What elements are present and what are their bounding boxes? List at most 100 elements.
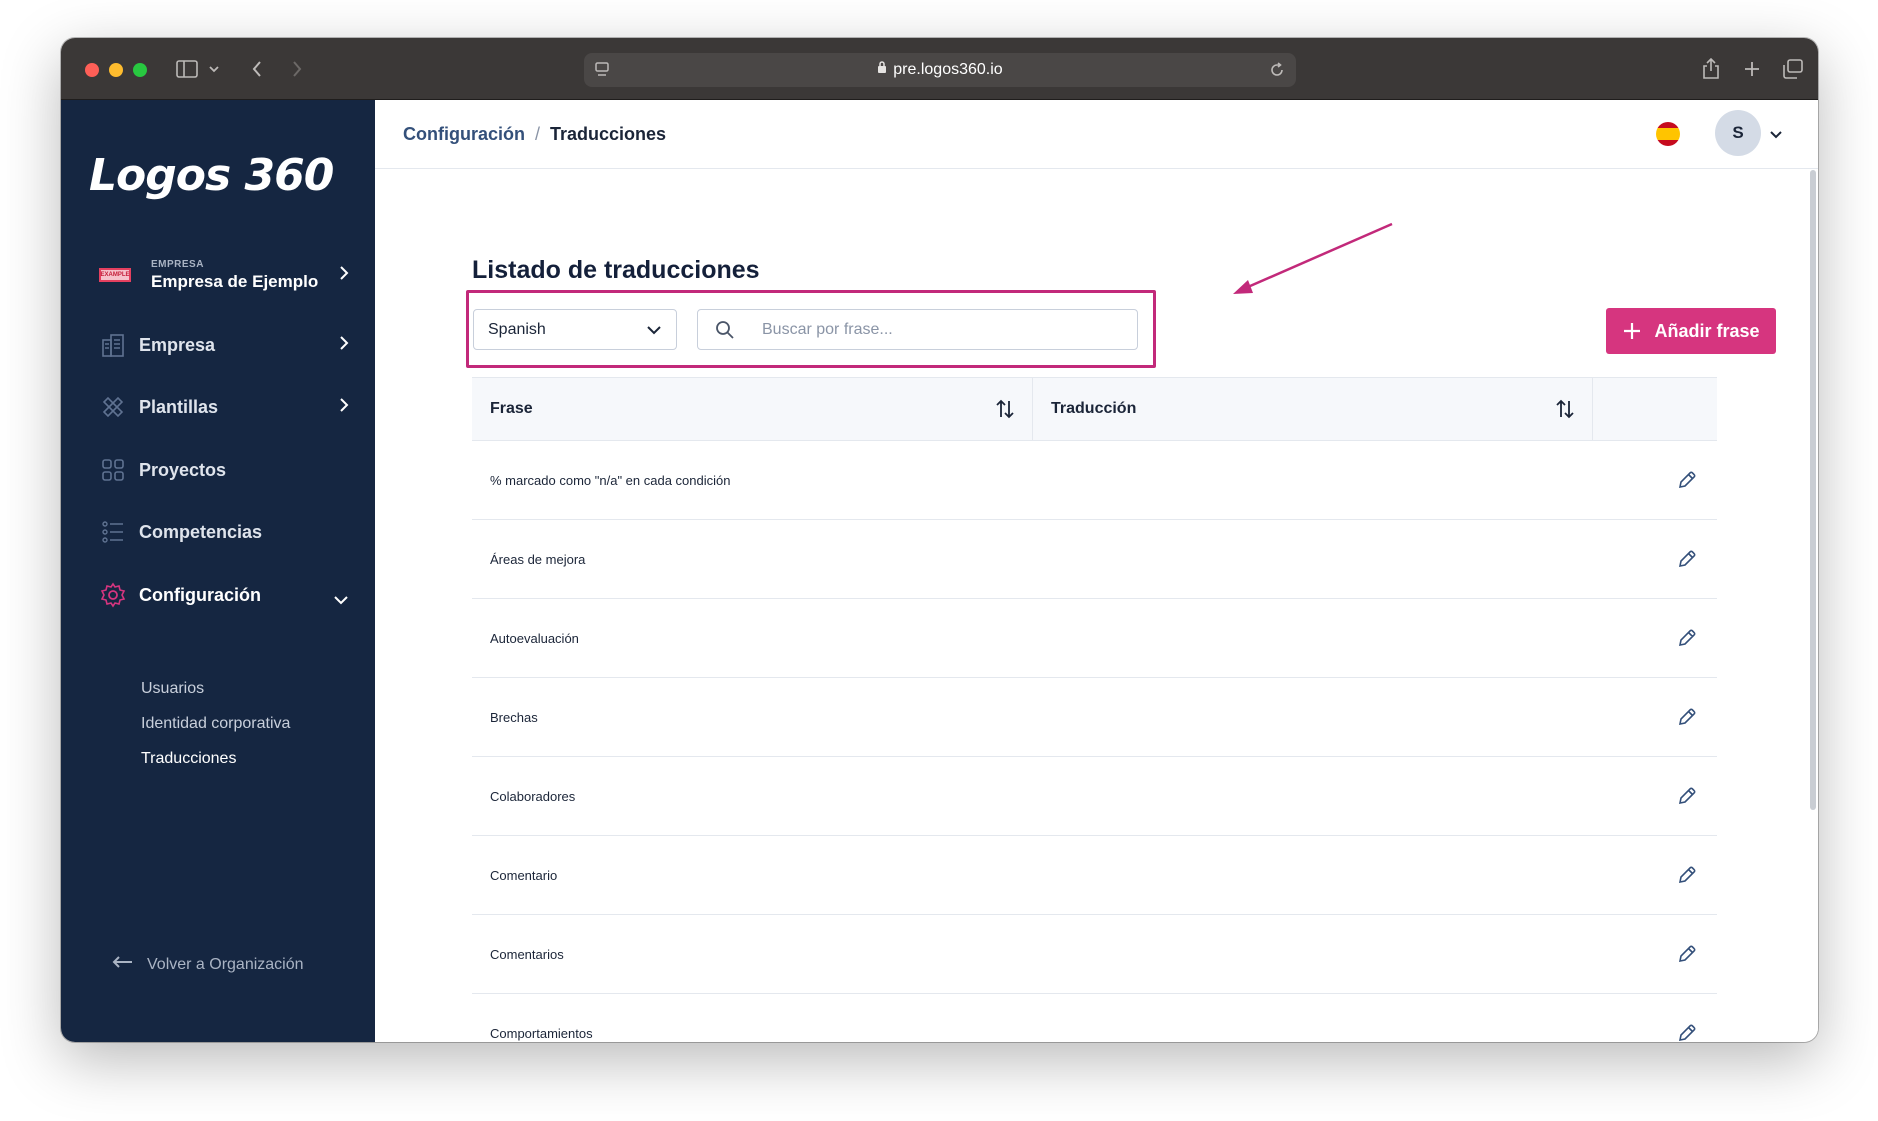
search-icon	[698, 320, 752, 340]
table-row: Autoevaluación	[472, 599, 1717, 678]
column-header-label: Traducción	[1051, 400, 1137, 417]
page-menu-icon[interactable]	[594, 61, 610, 84]
column-header-actions	[1593, 378, 1717, 440]
sidebar-item-proyectos[interactable]: Proyectos	[99, 450, 349, 490]
new-tab-icon[interactable]	[1741, 56, 1763, 82]
language-select[interactable]: Spanish	[473, 309, 677, 350]
chevron-right-icon	[339, 265, 349, 286]
url-text: pre.logos360.io	[893, 61, 1003, 78]
templates-icon	[99, 393, 127, 421]
chevron-right-icon	[339, 397, 349, 418]
sidebar-item-label: Plantillas	[139, 396, 219, 417]
forward-arrow-icon[interactable]	[287, 56, 307, 82]
edit-pencil-icon[interactable]	[1675, 863, 1699, 887]
table-row: Comportamientos	[472, 994, 1717, 1042]
column-header-label: Frase	[490, 400, 533, 417]
chevron-right-icon	[339, 335, 349, 356]
breadcrumb-parent[interactable]: Configuración	[403, 124, 525, 145]
sidebar-toggle-icon[interactable]	[173, 56, 201, 82]
table-row: Comentarios	[472, 915, 1717, 994]
search-field[interactable]	[697, 309, 1138, 350]
sidebar-item-label: Competencias	[139, 521, 263, 542]
sidebar-item-label: Proyectos	[139, 459, 227, 480]
chevron-down-icon[interactable]	[1769, 126, 1783, 144]
sidebar-subitem-usuarios[interactable]: Usuarios	[141, 680, 204, 698]
sidebar-item-configuracion[interactable]: Configuración	[99, 575, 349, 615]
company-name: Empresa de Ejemplo	[151, 271, 319, 291]
gear-icon	[99, 581, 127, 609]
back-link-label: Volver a Organización	[147, 955, 304, 973]
table-row: % marcado como "n/a" en cada condición	[472, 441, 1717, 520]
share-icon[interactable]	[1700, 56, 1722, 82]
table-row: Comentario	[472, 836, 1717, 915]
tab-overview-icon[interactable]	[1781, 56, 1805, 82]
address-bar[interactable]: pre.logos360.io	[584, 53, 1296, 87]
sidebar-item-plantillas[interactable]: Plantillas	[99, 387, 349, 427]
spain-flag-icon[interactable]	[1656, 122, 1680, 146]
column-header-frase[interactable]: Frase	[472, 378, 1033, 440]
lock-icon	[877, 61, 887, 79]
back-to-organization-link[interactable]: Volver a Organización	[111, 955, 304, 974]
chevron-down-icon	[333, 589, 349, 610]
edit-pencil-icon[interactable]	[1675, 626, 1699, 650]
company-selector[interactable]: EXAMPLE EMPRESA Empresa de Ejemplo	[99, 255, 349, 295]
sort-icon[interactable]	[994, 398, 1016, 425]
chevron-down-icon	[646, 322, 662, 340]
table-row: Brechas	[472, 678, 1717, 757]
sidebar-item-competencias[interactable]: Competencias	[99, 512, 349, 552]
breadcrumb: Configuración / Traducciones	[403, 124, 666, 145]
edit-pencil-icon[interactable]	[1675, 468, 1699, 492]
logo[interactable]: Logos 360	[89, 150, 334, 201]
arrow-left-icon	[111, 955, 133, 974]
cell-frase: Comentarios	[490, 946, 564, 962]
edit-pencil-icon[interactable]	[1675, 942, 1699, 966]
table-row: Colaboradores	[472, 757, 1717, 836]
edit-pencil-icon[interactable]	[1675, 547, 1699, 571]
cell-frase: Áreas de mejora	[490, 551, 586, 567]
edit-pencil-icon[interactable]	[1675, 705, 1699, 729]
company-kicker: EMPRESA	[151, 258, 204, 270]
top-bar: Configuración / Traducciones S	[375, 100, 1818, 169]
cell-frase: Comentario	[490, 867, 558, 883]
add-phrase-button[interactable]: Añadir frase	[1606, 308, 1776, 354]
back-arrow-icon[interactable]	[247, 56, 267, 82]
close-window-button[interactable]	[85, 63, 99, 77]
chevron-down-icon[interactable]	[206, 56, 222, 82]
sidebar-subitem-identidad-corporativa[interactable]: Identidad corporativa	[141, 715, 290, 733]
breadcrumb-separator: /	[535, 124, 541, 144]
avatar[interactable]: S	[1715, 110, 1761, 156]
table-row: Áreas de mejora	[472, 520, 1717, 599]
scrollbar[interactable]	[1810, 170, 1816, 810]
minimize-window-button[interactable]	[109, 63, 123, 77]
edit-pencil-icon[interactable]	[1675, 784, 1699, 808]
plus-icon	[1622, 321, 1642, 341]
page-title: Listado de traducciones	[472, 256, 760, 284]
cell-frase: Brechas	[490, 709, 538, 725]
search-input[interactable]	[762, 320, 1122, 339]
cell-frase: Comportamientos	[490, 1025, 593, 1041]
breadcrumb-current: Traducciones	[550, 124, 667, 144]
zoom-window-button[interactable]	[133, 63, 147, 77]
cell-frase: Autoevaluación	[490, 630, 579, 646]
main-content: Configuración / Traducciones S Listado d…	[375, 100, 1818, 1042]
company-badge: EXAMPLE	[99, 268, 131, 282]
browser-window: pre.logos360.io Logos 360 EXAMPLE EMPRES…	[61, 38, 1818, 1042]
browser-toolbar: pre.logos360.io	[61, 38, 1818, 100]
sidebar-item-label: Configuración	[139, 584, 261, 605]
list-icon	[99, 518, 127, 546]
language-select-value: Spanish	[488, 320, 546, 338]
reload-icon[interactable]	[1268, 61, 1286, 84]
sidebar-item-empresa[interactable]: Empresa	[99, 325, 349, 365]
grid-icon	[99, 456, 127, 484]
column-header-traduccion[interactable]: Traducción	[1033, 378, 1593, 440]
sidebar: Logos 360 EXAMPLE EMPRESA Empresa de Eje…	[61, 100, 375, 1042]
sidebar-item-label: Empresa	[139, 334, 216, 355]
add-phrase-label: Añadir frase	[1654, 320, 1760, 341]
sidebar-subitem-traducciones[interactable]: Traducciones	[141, 750, 236, 768]
table-header: Frase Traducción	[472, 377, 1717, 441]
cell-frase: % marcado como "n/a" en cada condición	[490, 472, 731, 488]
building-icon	[99, 331, 127, 359]
cell-frase: Colaboradores	[490, 788, 576, 804]
edit-pencil-icon[interactable]	[1675, 1021, 1699, 1042]
sort-icon[interactable]	[1554, 398, 1576, 425]
